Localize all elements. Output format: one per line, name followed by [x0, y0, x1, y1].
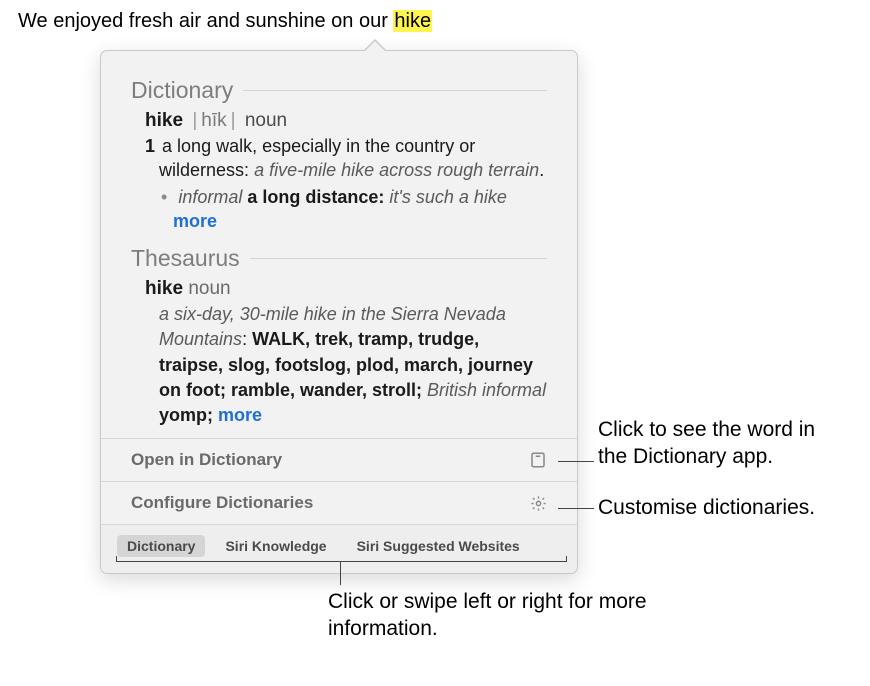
dictionary-entry: hike |hīk| noun 1 a long walk, especiall…: [131, 110, 547, 233]
configure-dictionaries-row[interactable]: Configure Dictionaries: [101, 481, 577, 524]
dictionary-headline: hike |hīk| noun: [145, 110, 547, 132]
callout-config: Customise dictionaries.: [598, 494, 818, 521]
callout-leader: [558, 461, 594, 462]
part-of-speech: noun: [188, 278, 230, 299]
tab-siri-suggested-websites[interactable]: Siri Suggested Websites: [347, 535, 530, 557]
bullet-icon: •: [161, 187, 167, 207]
subsense-text: a long distance:: [247, 187, 384, 207]
gear-icon: [529, 494, 547, 512]
more-link[interactable]: more: [218, 405, 262, 425]
thesaurus-heading-label: Thesaurus: [131, 245, 240, 272]
definition-example: a five-mile hike across rough terrain: [254, 160, 539, 180]
dictionary-heading: Dictionary: [131, 77, 547, 104]
callout-leader: [116, 561, 566, 562]
subsense-example: it's such a hike: [389, 187, 507, 207]
thesaurus-heading: Thesaurus: [131, 245, 547, 272]
text-before: We enjoyed fresh air and sunshine on our: [18, 10, 393, 32]
callout-open: Click to see the word in the Dictionary …: [598, 416, 848, 471]
highlighted-word: hike: [393, 10, 432, 32]
pron-bar: |: [231, 110, 236, 131]
dictionary-heading-label: Dictionary: [131, 77, 233, 104]
callout-leader: [558, 508, 594, 509]
subsense: • informal a long distance: it's such a …: [145, 185, 547, 234]
synonym-primary: WALK: [252, 329, 305, 349]
popover-content: Dictionary hike |hīk| noun 1 a long walk…: [101, 51, 577, 438]
lookup-popover: Dictionary hike |hīk| noun 1 a long walk…: [100, 50, 578, 574]
configure-dictionaries-label: Configure Dictionaries: [131, 493, 313, 513]
callout-leader: [566, 556, 567, 562]
dictionary-app-icon: [529, 451, 547, 469]
thesaurus-headline: hike noun: [145, 278, 547, 300]
divider: [250, 258, 547, 259]
pron-bar: |: [192, 110, 197, 131]
open-in-dictionary-row[interactable]: Open in Dictionary: [101, 438, 577, 481]
headword: hike: [145, 110, 183, 131]
sample-sentence: We enjoyed fresh air and sunshine on our…: [18, 10, 432, 33]
tab-dictionary[interactable]: Dictionary: [117, 535, 205, 557]
category-tabs: Dictionary Siri Knowledge Siri Suggested…: [101, 524, 577, 573]
callout-leader: [340, 561, 341, 585]
sense-number: 1: [145, 136, 155, 156]
tab-siri-knowledge[interactable]: Siri Knowledge: [215, 535, 336, 557]
divider: [243, 90, 547, 91]
pronunciation: hīk: [201, 110, 226, 131]
register-label: informal: [178, 187, 242, 207]
callout-tabs: Click or swipe left or right for more in…: [328, 588, 648, 643]
headword: hike: [145, 278, 183, 299]
open-in-dictionary-label: Open in Dictionary: [131, 450, 282, 470]
region-label: British informal: [427, 380, 546, 400]
more-link[interactable]: more: [173, 211, 217, 231]
definition: 1 a long walk, especially in the country…: [145, 134, 547, 183]
thesaurus-body: a six-day, 30-mile hike in the Sierra Ne…: [145, 302, 547, 428]
thesaurus-entry: hike noun a six-day, 30-mile hike in the…: [131, 278, 547, 428]
callout-leader: [116, 556, 117, 562]
part-of-speech: noun: [245, 110, 287, 131]
synonyms-tail: yomp;: [159, 405, 213, 425]
